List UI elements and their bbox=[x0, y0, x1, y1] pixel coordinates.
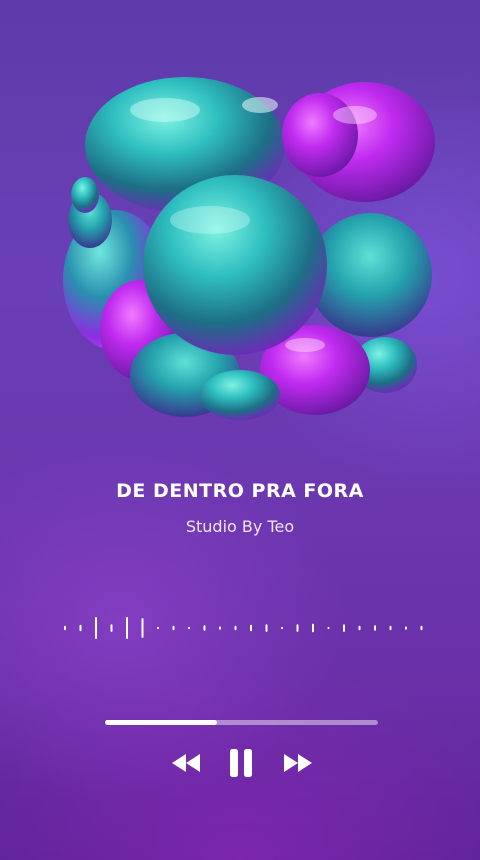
rewind-button[interactable] bbox=[166, 740, 206, 786]
waveform-bar bbox=[374, 625, 376, 631]
track-title: DE DENTRO PRA FORA bbox=[116, 480, 364, 502]
waveform-bar bbox=[420, 625, 423, 631]
waveform-bar bbox=[79, 624, 82, 632]
fast-forward-button[interactable] bbox=[278, 740, 318, 786]
waveform-bar bbox=[250, 624, 252, 632]
waveform-bar bbox=[389, 625, 392, 631]
progress-bar[interactable] bbox=[105, 720, 378, 725]
waveform-bar bbox=[203, 625, 206, 631]
waveform-bar bbox=[327, 626, 330, 630]
waveform-bar bbox=[358, 625, 361, 631]
waveform-bar bbox=[281, 626, 283, 630]
waveform-bar bbox=[405, 626, 407, 630]
waveform bbox=[64, 617, 423, 639]
waveform-bar bbox=[234, 625, 237, 631]
pause-button[interactable] bbox=[222, 740, 260, 786]
playback-controls bbox=[0, 740, 480, 786]
waveform-bar bbox=[95, 617, 97, 639]
fast-forward-icon bbox=[284, 754, 312, 772]
pause-icon bbox=[230, 749, 252, 777]
artist-name: Studio By Teo bbox=[185, 517, 295, 536]
waveform-bar bbox=[296, 624, 299, 632]
waveform-bar bbox=[265, 624, 268, 632]
waveform-bar bbox=[172, 625, 175, 631]
waveform-bar bbox=[343, 624, 345, 632]
progress-fill bbox=[105, 720, 217, 725]
waveform-bar bbox=[141, 618, 144, 638]
album-art bbox=[63, 77, 435, 420]
waveform-bar bbox=[312, 623, 314, 633]
waveform-bar bbox=[110, 624, 113, 632]
waveform-bar bbox=[219, 626, 221, 630]
rewind-icon bbox=[172, 754, 200, 772]
waveform-bar bbox=[64, 625, 66, 631]
waveform-bar bbox=[126, 617, 128, 639]
waveform-bar bbox=[157, 626, 159, 630]
waveform-bar bbox=[188, 626, 190, 630]
